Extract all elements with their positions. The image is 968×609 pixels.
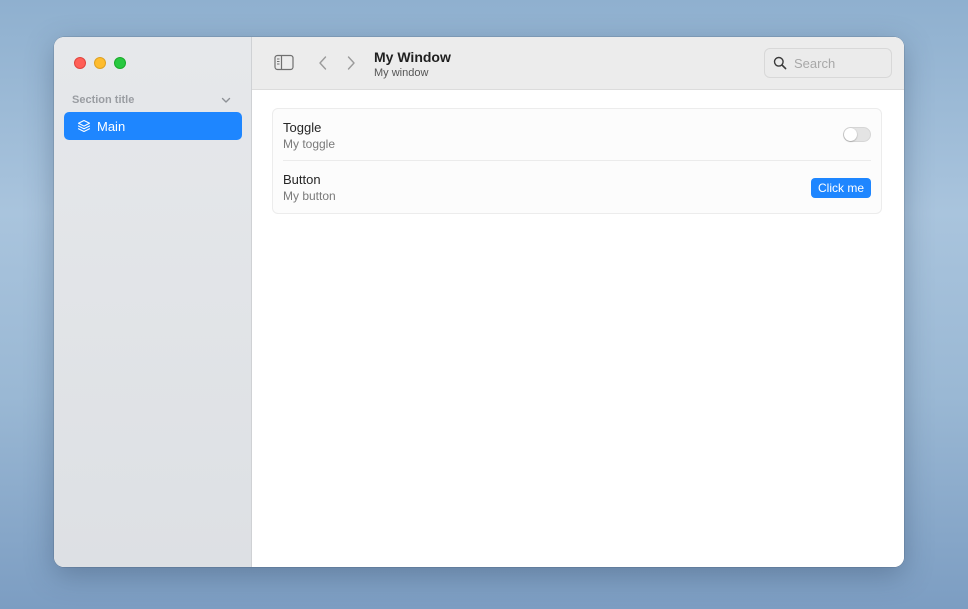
sidebar: Section title Main [54, 37, 255, 567]
window-subtitle: My window [374, 67, 429, 79]
window-controls [74, 57, 126, 69]
sidebar-item-main[interactable]: Main [64, 112, 242, 140]
search-icon [773, 56, 787, 70]
toggle-knob [844, 128, 857, 141]
layers-icon [77, 119, 91, 133]
row-title: Button [283, 172, 321, 187]
toolbar: My Window My window [252, 37, 904, 90]
chevron-left-icon[interactable] [318, 55, 328, 71]
close-button[interactable] [74, 57, 86, 69]
settings-row-button: Button My button Click me [283, 161, 871, 213]
main-content: My Window My window Toggle My toggle But… [252, 37, 904, 567]
row-title: Toggle [283, 120, 322, 135]
click-me-button[interactable]: Click me [810, 178, 871, 198]
chevron-right-icon[interactable] [346, 55, 356, 71]
toggle-switch[interactable] [843, 127, 871, 142]
settings-group: Toggle My toggle Button My button Click … [272, 108, 882, 214]
sidebar-item-label: Main [97, 118, 126, 134]
window-title: My Window [374, 49, 451, 65]
zoom-button[interactable] [114, 57, 126, 69]
minimize-button[interactable] [94, 57, 106, 69]
search-field[interactable] [764, 48, 892, 78]
row-subtitle: My toggle [283, 137, 336, 151]
sidebar-section-header[interactable]: Section title [72, 93, 232, 107]
chevron-down-icon[interactable] [220, 94, 232, 106]
row-subtitle: My button [283, 189, 336, 203]
sidebar-section-title: Section title [72, 94, 135, 106]
search-input[interactable] [794, 55, 884, 71]
sidebar-toggle-icon[interactable] [274, 54, 294, 71]
settings-row-toggle: Toggle My toggle [283, 109, 871, 161]
app-window: Section title Main My Window My window S… [54, 37, 904, 567]
